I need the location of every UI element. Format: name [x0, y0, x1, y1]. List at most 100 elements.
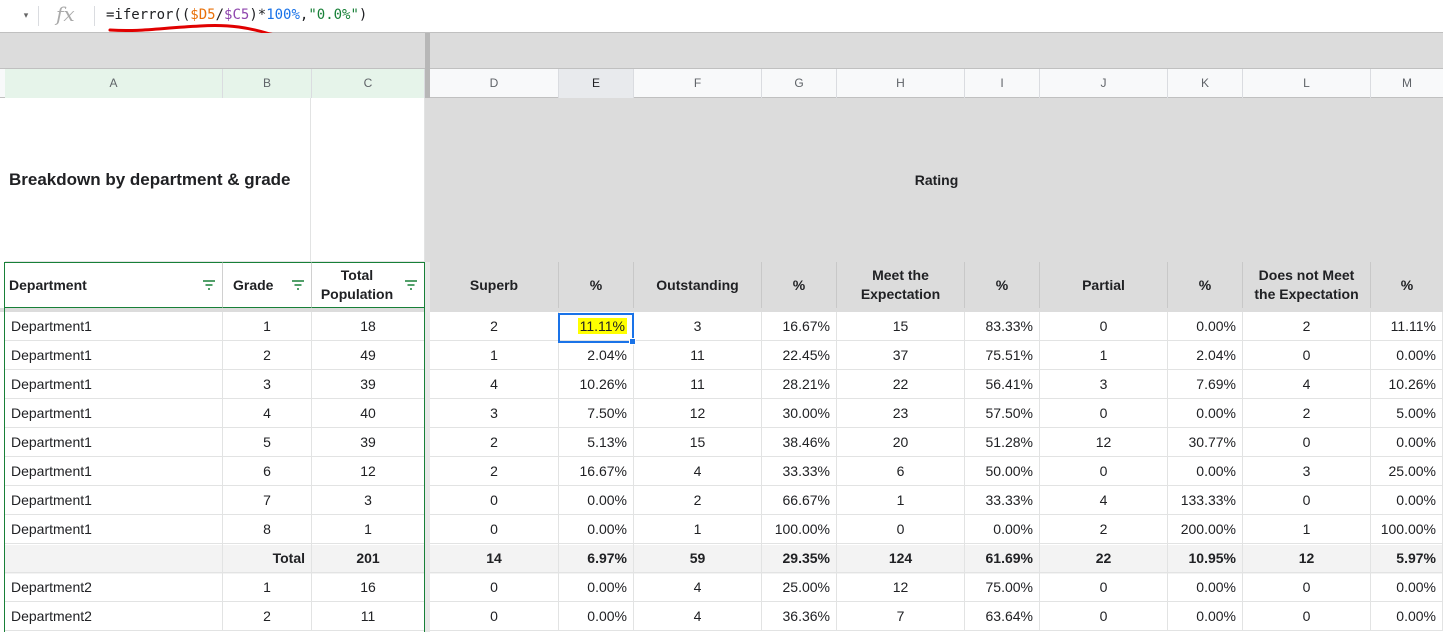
- cell[interactable]: 2: [1243, 399, 1371, 428]
- cell[interactable]: Total: [223, 544, 312, 573]
- cell[interactable]: 12: [634, 399, 762, 428]
- chevron-down-icon[interactable]: ▾: [20, 9, 32, 21]
- column-header-l[interactable]: L: [1243, 69, 1371, 98]
- cell[interactable]: 20: [837, 428, 965, 457]
- cell[interactable]: 0.00%: [1168, 312, 1243, 341]
- cell[interactable]: 12: [1243, 544, 1371, 573]
- cell[interactable]: 0: [1243, 486, 1371, 515]
- cell[interactable]: 22.45%: [762, 341, 837, 370]
- cell[interactable]: 0.00%: [965, 515, 1040, 544]
- cell[interactable]: 2.04%: [1168, 341, 1243, 370]
- cell[interactable]: 201: [312, 544, 425, 573]
- cell[interactable]: 36.36%: [762, 602, 837, 631]
- cell[interactable]: 6: [837, 457, 965, 486]
- cell[interactable]: 83.33%: [965, 312, 1040, 341]
- cell[interactable]: 10.95%: [1168, 544, 1243, 573]
- cell[interactable]: 6: [223, 457, 312, 486]
- column-header-b[interactable]: B: [223, 69, 312, 98]
- cell[interactable]: 3: [223, 370, 312, 399]
- fill-handle[interactable]: [629, 338, 636, 345]
- cell[interactable]: 6.97%: [559, 544, 634, 573]
- cell[interactable]: 0: [1243, 602, 1371, 631]
- cell[interactable]: 2: [223, 602, 312, 631]
- cell[interactable]: 1: [312, 515, 425, 544]
- filter-icon[interactable]: [404, 279, 418, 291]
- sheet-title[interactable]: Breakdown by department & grade: [5, 98, 311, 262]
- cell[interactable]: 28.21%: [762, 370, 837, 399]
- cell[interactable]: 0.00%: [559, 573, 634, 602]
- cell[interactable]: 5.13%: [559, 428, 634, 457]
- header-percent[interactable]: %: [1168, 262, 1243, 308]
- cell[interactable]: 1: [837, 486, 965, 515]
- header-total-population[interactable]: Total Population: [312, 262, 425, 308]
- cell[interactable]: 11: [634, 370, 762, 399]
- cell[interactable]: 0.00%: [1371, 486, 1443, 515]
- cell[interactable]: 5.97%: [1371, 544, 1443, 573]
- cell[interactable]: 0: [430, 486, 559, 515]
- cell[interactable]: Department1: [5, 341, 223, 370]
- cell[interactable]: 100.00%: [762, 515, 837, 544]
- cell[interactable]: 0: [430, 515, 559, 544]
- cell[interactable]: 2.04%: [559, 341, 634, 370]
- cell[interactable]: 14: [430, 544, 559, 573]
- cell[interactable]: 15: [837, 312, 965, 341]
- cell[interactable]: 4: [430, 370, 559, 399]
- cell[interactable]: 100.00%: [1371, 515, 1443, 544]
- cell[interactable]: 12: [312, 457, 425, 486]
- cell[interactable]: 0.00%: [1168, 602, 1243, 631]
- cell[interactable]: 0: [1243, 573, 1371, 602]
- column-header-g[interactable]: G: [762, 69, 837, 98]
- cell[interactable]: 1: [1040, 341, 1168, 370]
- cell[interactable]: 1: [1243, 515, 1371, 544]
- cell[interactable]: 0.00%: [1168, 573, 1243, 602]
- cell[interactable]: 2: [1243, 312, 1371, 341]
- cell[interactable]: 4: [223, 399, 312, 428]
- cell[interactable]: 56.41%: [965, 370, 1040, 399]
- cell[interactable]: 33.33%: [762, 457, 837, 486]
- cell[interactable]: 0.00%: [1371, 602, 1443, 631]
- rating-header[interactable]: Rating: [430, 98, 1443, 262]
- header-grade[interactable]: Grade: [223, 262, 312, 308]
- cell[interactable]: 12: [1040, 428, 1168, 457]
- cell[interactable]: 0: [837, 515, 965, 544]
- column-header-h[interactable]: H: [837, 69, 965, 98]
- cell[interactable]: 57.50%: [965, 399, 1040, 428]
- cell[interactable]: 59: [634, 544, 762, 573]
- cell[interactable]: 0.00%: [559, 602, 634, 631]
- cell[interactable]: 63.64%: [965, 602, 1040, 631]
- cell[interactable]: 124: [837, 544, 965, 573]
- cell[interactable]: 5.00%: [1371, 399, 1443, 428]
- cell[interactable]: 40: [312, 399, 425, 428]
- cell[interactable]: Department1: [5, 399, 223, 428]
- cell[interactable]: 2: [634, 486, 762, 515]
- formula-input[interactable]: =iferror(($D5/$C5)*100%,"0.0%"): [106, 7, 367, 23]
- cell[interactable]: 33.33%: [965, 486, 1040, 515]
- cell[interactable]: 30.00%: [762, 399, 837, 428]
- cell[interactable]: 51.28%: [965, 428, 1040, 457]
- column-header-a[interactable]: A: [5, 69, 223, 98]
- cell[interactable]: 75.00%: [965, 573, 1040, 602]
- cell[interactable]: Department1: [5, 515, 223, 544]
- header-superb[interactable]: Superb: [430, 262, 559, 308]
- cell[interactable]: 4: [1243, 370, 1371, 399]
- cell[interactable]: 7: [837, 602, 965, 631]
- cell[interactable]: 0: [430, 602, 559, 631]
- cell[interactable]: Department2: [5, 602, 223, 631]
- cell[interactable]: 16: [312, 573, 425, 602]
- cell[interactable]: 10.26%: [559, 370, 634, 399]
- cell[interactable]: 0.00%: [1168, 457, 1243, 486]
- cell[interactable]: 23: [837, 399, 965, 428]
- cell[interactable]: 37: [837, 341, 965, 370]
- freeze-divider-handle[interactable]: [425, 33, 430, 68]
- cell[interactable]: 18: [312, 312, 425, 341]
- cell[interactable]: 22: [837, 370, 965, 399]
- header-does-not-meet[interactable]: Does not Meet the Expectation: [1243, 262, 1371, 308]
- cell[interactable]: 75.51%: [965, 341, 1040, 370]
- column-header-j[interactable]: J: [1040, 69, 1168, 98]
- cell[interactable]: 0.00%: [1371, 428, 1443, 457]
- cell[interactable]: 3: [1243, 457, 1371, 486]
- cell[interactable]: 4: [634, 457, 762, 486]
- column-header-i[interactable]: I: [965, 69, 1040, 98]
- filter-icon[interactable]: [202, 279, 216, 291]
- cell[interactable]: 3: [1040, 370, 1168, 399]
